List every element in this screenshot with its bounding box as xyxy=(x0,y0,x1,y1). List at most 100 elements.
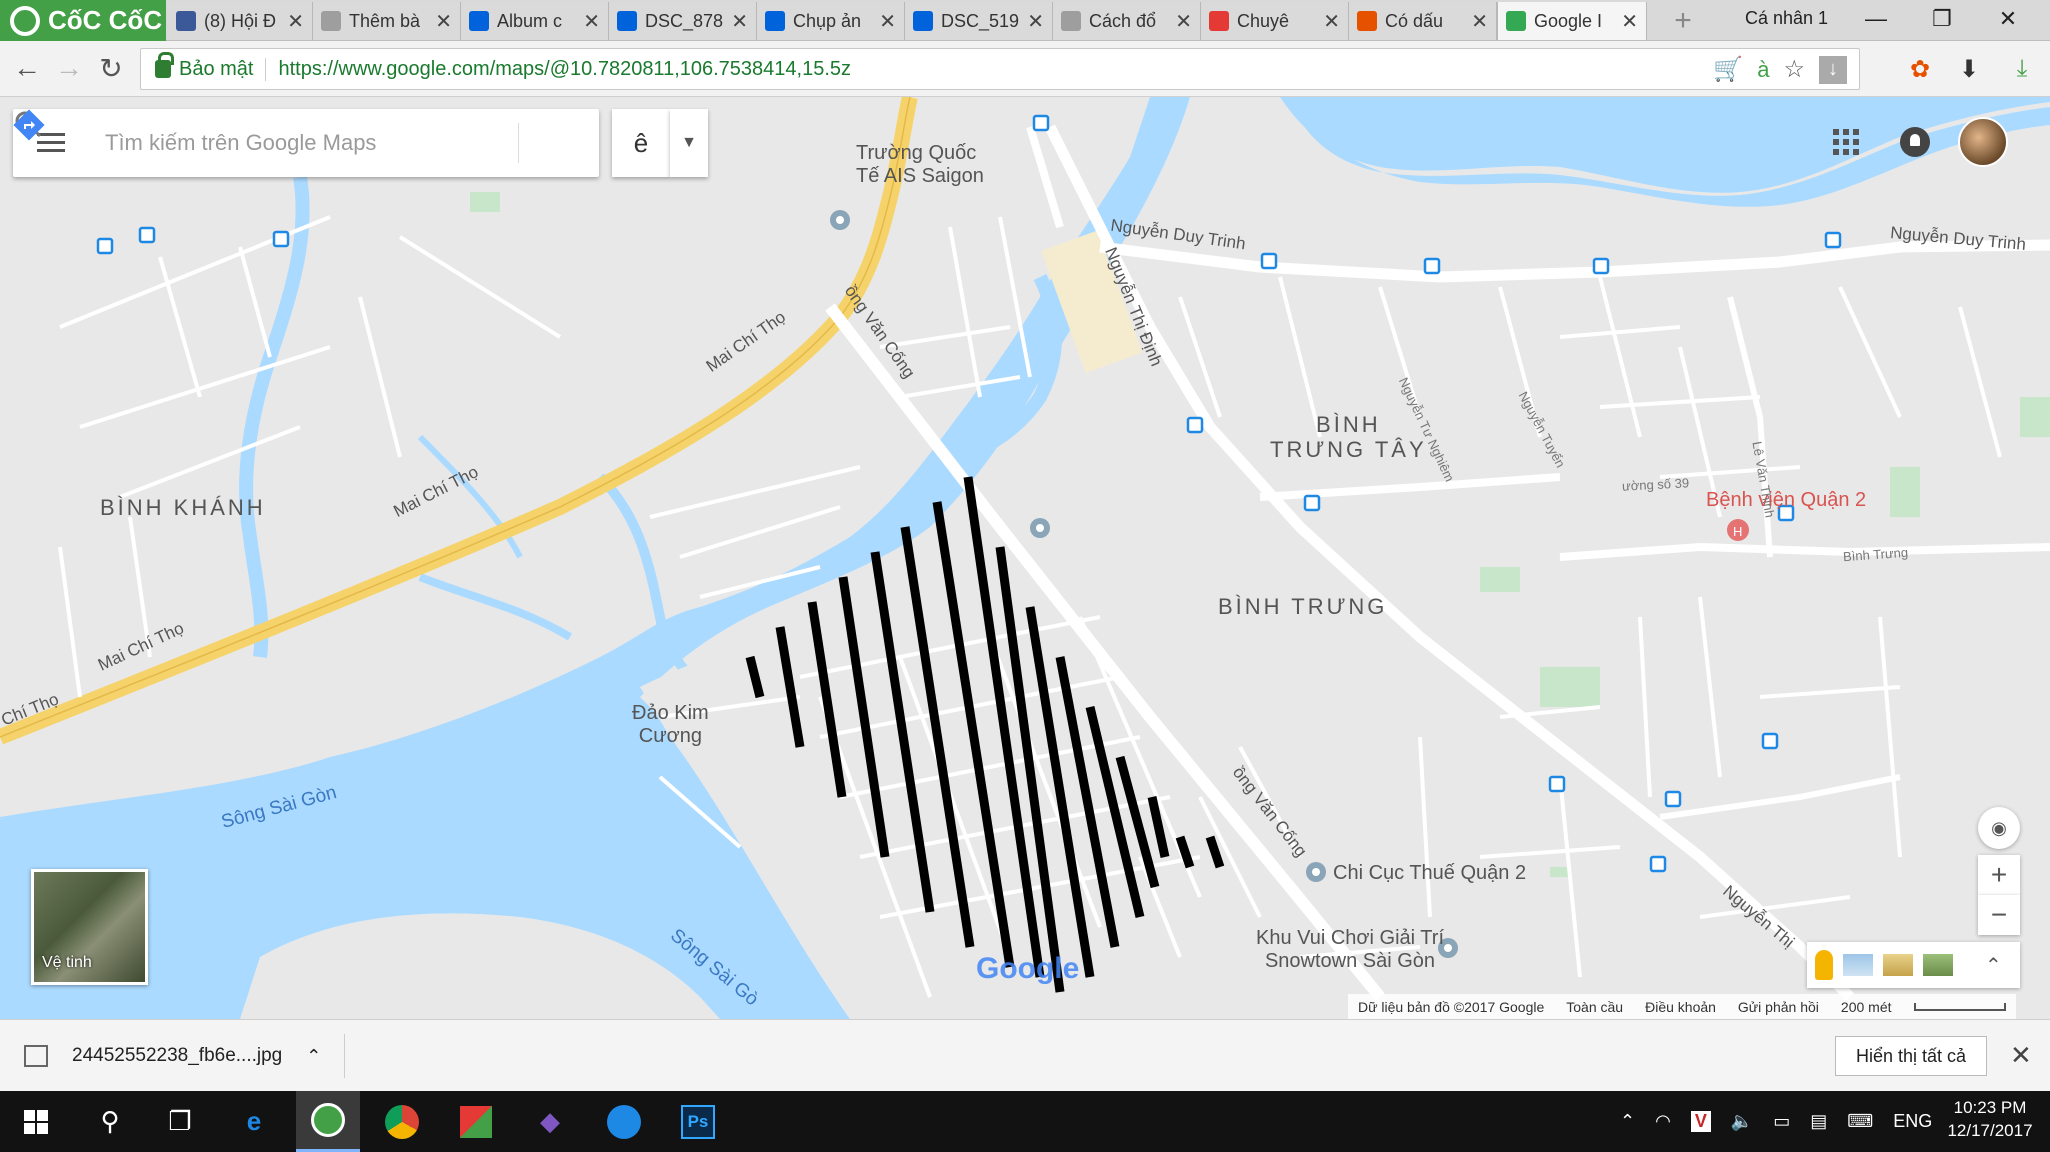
attribution-terms[interactable]: Điều khoản xyxy=(1645,999,1716,1015)
browser-tab[interactable]: DSC_519 ✕ xyxy=(905,2,1053,40)
imagery-thumb-3[interactable] xyxy=(1923,954,1953,976)
pegman-icon[interactable] xyxy=(1815,950,1833,980)
browser-tab[interactable]: Cách đổ ✕ xyxy=(1053,2,1201,40)
tab-close-icon[interactable]: ✕ xyxy=(1175,9,1192,34)
poi-label-tax-office[interactable]: Chi Cục Thuế Quận 2 xyxy=(1333,862,1526,885)
maps-search-box xyxy=(13,109,599,177)
apps-grid-icon[interactable] xyxy=(1833,129,1859,155)
battery-icon[interactable]: ▭ xyxy=(1773,1111,1790,1132)
tab-close-icon[interactable]: ✕ xyxy=(1027,9,1044,34)
flickr-icon xyxy=(469,11,489,31)
action-center-icon[interactable]: ▤ xyxy=(1810,1111,1827,1132)
browser-brand[interactable]: CốC CốC xyxy=(0,0,166,41)
browser-tab[interactable]: DSC_878 ✕ xyxy=(609,2,757,40)
tab-close-icon[interactable]: ✕ xyxy=(879,9,896,34)
tab-title: Thêm bà xyxy=(349,10,421,31)
wifi-icon[interactable]: ◠ xyxy=(1655,1111,1671,1132)
show-all-downloads-button[interactable]: Hiển thị tất cả xyxy=(1835,1036,1987,1076)
ime-indicator[interactable]: à xyxy=(1757,57,1769,83)
ime-dropdown-icon[interactable]: ▼ xyxy=(670,109,708,177)
bookmark-star-icon[interactable]: ☆ xyxy=(1783,55,1805,84)
close-window-button[interactable]: ✕ xyxy=(1975,0,2041,38)
zoom-in-button[interactable]: + xyxy=(1978,855,2020,895)
teamviewer-icon[interactable] xyxy=(592,1091,656,1152)
poi-label-dao-kim-cuong[interactable]: Đảo Kim Cương xyxy=(632,702,709,748)
browser-tab[interactable]: Chuyê ✕ xyxy=(1201,2,1349,40)
tab-close-icon[interactable]: ✕ xyxy=(583,9,600,34)
my-location-icon[interactable]: ◉ xyxy=(1978,807,2020,849)
restore-button[interactable]: ❐ xyxy=(1909,0,1975,38)
attribution-feedback[interactable]: Gửi phản hồi xyxy=(1738,999,1819,1015)
url-text[interactable]: https://www.google.com/maps/@10.7820811,… xyxy=(278,58,851,81)
minimize-button[interactable]: — xyxy=(1843,0,1909,38)
app-icon-red-green[interactable] xyxy=(444,1091,508,1152)
zoom-out-button[interactable]: − xyxy=(1978,895,2020,935)
keyboard-icon[interactable]: ⌨ xyxy=(1847,1111,1873,1132)
poi-label-hospital[interactable]: Bệnh viện Quận 2 xyxy=(1706,489,1866,512)
tab-close-icon[interactable]: ✕ xyxy=(731,9,748,34)
download-item[interactable]: 24452552238_fb6e....jpg ⌃ xyxy=(24,1034,321,1078)
tab-close-icon[interactable]: ✕ xyxy=(287,9,304,34)
clock-time: 10:23 PM xyxy=(1953,1098,2027,1117)
imagery-thumb-1[interactable] xyxy=(1843,954,1873,976)
browser-tab[interactable]: Có dấu ✕ xyxy=(1349,2,1497,40)
coccoc-taskbar-icon[interactable] xyxy=(296,1091,360,1152)
poi-label-snowtown[interactable]: Khu Vui Chơi Giải Trí Snowtown Sài Gòn xyxy=(1256,927,1444,973)
map-attribution: Dữ liệu bản đồ ©2017 Google Toàn cầu Điề… xyxy=(1348,994,2016,1019)
browser-tab[interactable]: (8) Hội Đ ✕ xyxy=(168,2,313,40)
profile-name[interactable]: Cá nhân 1 xyxy=(1745,8,1828,29)
language-indicator[interactable]: ENG xyxy=(1893,1111,1932,1132)
search-input[interactable] xyxy=(105,127,465,159)
download-arrow-icon[interactable]: ↓ xyxy=(1819,55,1847,84)
download-icon[interactable]: ⤓ xyxy=(2008,55,2036,83)
windows-start-icon[interactable] xyxy=(4,1091,68,1152)
photoshop-icon[interactable]: Ps xyxy=(666,1091,730,1152)
attribution-global[interactable]: Toàn cầu xyxy=(1566,999,1623,1015)
notifications-icon[interactable] xyxy=(1900,127,1930,157)
vietkey-icon[interactable]: V xyxy=(1690,1111,1711,1132)
page-icon xyxy=(1061,11,1081,31)
flickr-icon xyxy=(913,11,933,31)
close-shelf-icon[interactable]: ✕ xyxy=(2010,1040,2032,1071)
directions-icon[interactable] xyxy=(13,109,45,141)
edge-browser-icon[interactable]: e xyxy=(222,1091,286,1152)
system-tray: ⌃ ◠ V 🔈 ▭ ▤ ⌨ ENG xyxy=(1620,1091,1932,1152)
browser-tab[interactable]: Album c ✕ xyxy=(461,2,609,40)
browser-tab[interactable]: Google I ✕ xyxy=(1497,2,1647,40)
scale-label[interactable]: 200 mét xyxy=(1841,999,1892,1015)
forward-button[interactable]: → xyxy=(50,49,88,87)
chrome-icon[interactable] xyxy=(370,1091,434,1152)
flickr-icon xyxy=(617,11,637,31)
tab-close-icon[interactable]: ✕ xyxy=(1471,9,1488,34)
account-avatar[interactable] xyxy=(1958,117,2008,167)
clock[interactable]: 10:23 PM 12/17/2017 xyxy=(1940,1097,2040,1143)
extension-icon[interactable]: ✿ xyxy=(1906,55,1934,83)
back-button[interactable]: ← xyxy=(8,49,46,87)
address-bar[interactable]: Bảo mật https://www.google.com/maps/@10.… xyxy=(140,48,1860,90)
ime-char-button[interactable]: ê xyxy=(612,109,670,177)
attribution-data[interactable]: Dữ liệu bản đồ ©2017 Google xyxy=(1358,999,1544,1015)
tab-close-icon[interactable]: ✕ xyxy=(1323,9,1340,34)
expand-up-icon[interactable]: ⌃ xyxy=(1985,953,2002,978)
task-view-icon[interactable]: ❐ xyxy=(148,1091,212,1152)
browser-tab[interactable]: Chụp ản ✕ xyxy=(757,2,905,40)
reload-button[interactable]: ↻ xyxy=(92,49,130,87)
screen: CốC CốC (8) Hội Đ ✕ Thêm bà ✕ Album c ✕ DSC_87… xyxy=(0,0,2050,1152)
satellite-toggle[interactable]: Vệ tinh xyxy=(31,869,148,985)
tab-close-icon[interactable]: ✕ xyxy=(435,9,452,34)
search-icon[interactable]: ⚲ xyxy=(78,1091,142,1152)
new-tab-button[interactable]: + xyxy=(1668,4,1698,38)
poi-label-ais-school[interactable]: Trường Quốc Tế AIS Saigon xyxy=(856,142,984,188)
save-icon[interactable]: ⬇ xyxy=(1955,55,1983,83)
tray-expand-icon[interactable]: ⌃ xyxy=(1620,1111,1635,1132)
map-canvas[interactable]: H BÌNH KHÁNH BÌNH TRƯNG TÂY BÌNH TRƯNG T… xyxy=(0,97,2050,1019)
imagery-thumb-2[interactable] xyxy=(1883,954,1913,976)
volume-icon[interactable]: 🔈 xyxy=(1731,1111,1753,1132)
download-menu-chevron-icon[interactable]: ⌃ xyxy=(306,1046,321,1067)
browser-tab[interactable]: Thêm bà ✕ xyxy=(313,2,461,40)
tab-close-icon[interactable]: ✕ xyxy=(1621,9,1638,34)
app-icon-purple[interactable]: ◆ xyxy=(518,1091,582,1152)
area-label-binh-trung: BÌNH TRƯNG xyxy=(1218,594,1388,619)
cart-icon[interactable]: 🛒 xyxy=(1713,55,1743,84)
map-drawing: H xyxy=(0,97,2050,1019)
